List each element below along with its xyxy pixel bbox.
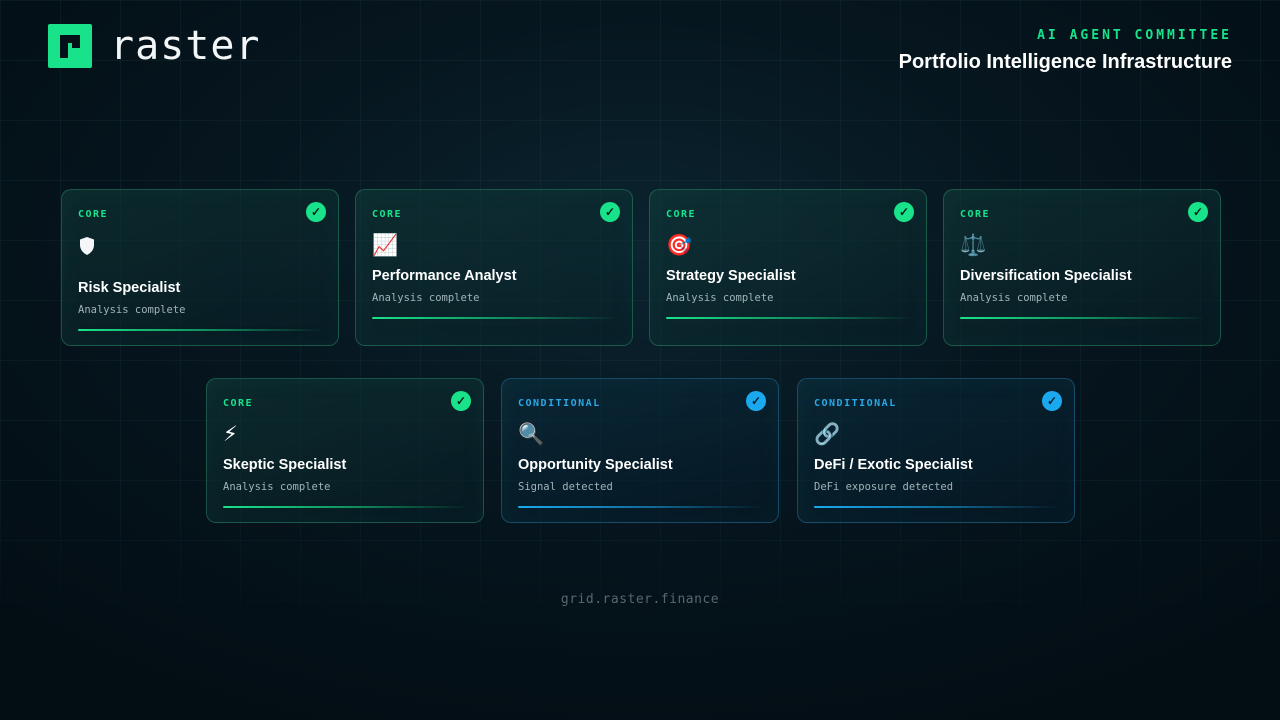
agent-tag: CONDITIONAL [518, 398, 601, 409]
agent-status: Analysis complete [960, 292, 1068, 304]
agent-status: DeFi exposure detected [814, 481, 954, 493]
agent-status: Signal detected [518, 481, 613, 493]
check-icon: ✓ [1188, 202, 1208, 222]
agent-tag: CORE [223, 398, 254, 409]
agent-tag: CORE [666, 209, 697, 220]
magnifier-icon: 🔍 [518, 422, 545, 446]
agent-name: Diversification Specialist [960, 268, 1132, 284]
agent-tag: CONDITIONAL [814, 398, 897, 409]
lightning-icon: ⚡ [223, 422, 238, 446]
agent-card-strategy[interactable]: CORE ✓ 🎯 Strategy Specialist Analysis co… [649, 189, 927, 346]
agent-name: Performance Analyst [372, 268, 517, 284]
check-icon: ✓ [1042, 391, 1062, 411]
header: AI AGENT COMMITTEE Portfolio Intelligenc… [899, 28, 1232, 74]
chart-increasing-icon: 📈 [372, 233, 399, 257]
link-icon: 🔗 [814, 422, 841, 446]
agent-card-performance[interactable]: CORE ✓ 📈 Performance Analyst Analysis co… [355, 189, 633, 346]
footer-url[interactable]: grid.raster.finance [0, 592, 1280, 607]
check-icon: ✓ [451, 391, 471, 411]
agent-tag: CORE [78, 209, 109, 220]
agent-name: Strategy Specialist [666, 268, 796, 284]
agent-card-risk[interactable]: CORE ✓ Risk Specialist Analysis complete [61, 189, 339, 346]
check-icon: ✓ [894, 202, 914, 222]
agent-name: Skeptic Specialist [223, 457, 347, 473]
agent-name: DeFi / Exotic Specialist [814, 457, 973, 473]
agent-card-opportunity[interactable]: CONDITIONAL ✓ 🔍 Opportunity Specialist S… [501, 378, 779, 523]
scales-icon: ⚖️ [960, 233, 987, 257]
brand-logo[interactable]: raster [48, 24, 261, 68]
progress-bar [372, 317, 618, 319]
check-icon: ✓ [306, 202, 326, 222]
agent-status: Analysis complete [666, 292, 774, 304]
target-icon: 🎯 [666, 233, 693, 257]
agent-tag: CORE [372, 209, 403, 220]
agent-status: Analysis complete [372, 292, 480, 304]
agent-card-defi[interactable]: CONDITIONAL ✓ 🔗 DeFi / Exotic Specialist… [797, 378, 1075, 523]
brand-name: raster [110, 23, 261, 69]
agent-card-diversification[interactable]: CORE ✓ ⚖️ Diversification Specialist Ana… [943, 189, 1221, 346]
raster-logo-icon [48, 24, 92, 68]
progress-bar [960, 317, 1206, 319]
check-icon: ✓ [746, 391, 766, 411]
agent-name: Opportunity Specialist [518, 457, 673, 473]
page-title: Portfolio Intelligence Infrastructure [898, 51, 1232, 73]
check-icon: ✓ [600, 202, 620, 222]
shield-icon [80, 237, 94, 255]
agent-name: Risk Specialist [78, 280, 181, 296]
agent-tag: CORE [960, 209, 991, 220]
progress-bar [223, 506, 469, 508]
progress-bar [518, 506, 764, 508]
header-eyebrow: AI AGENT COMMITTEE [1037, 28, 1232, 43]
progress-bar [78, 329, 324, 331]
agent-status: Analysis complete [223, 481, 331, 493]
progress-bar [814, 506, 1060, 508]
progress-bar [666, 317, 912, 319]
agent-card-skeptic[interactable]: CORE ✓ ⚡ Skeptic Specialist Analysis com… [206, 378, 484, 523]
agent-status: Analysis complete [78, 304, 186, 316]
